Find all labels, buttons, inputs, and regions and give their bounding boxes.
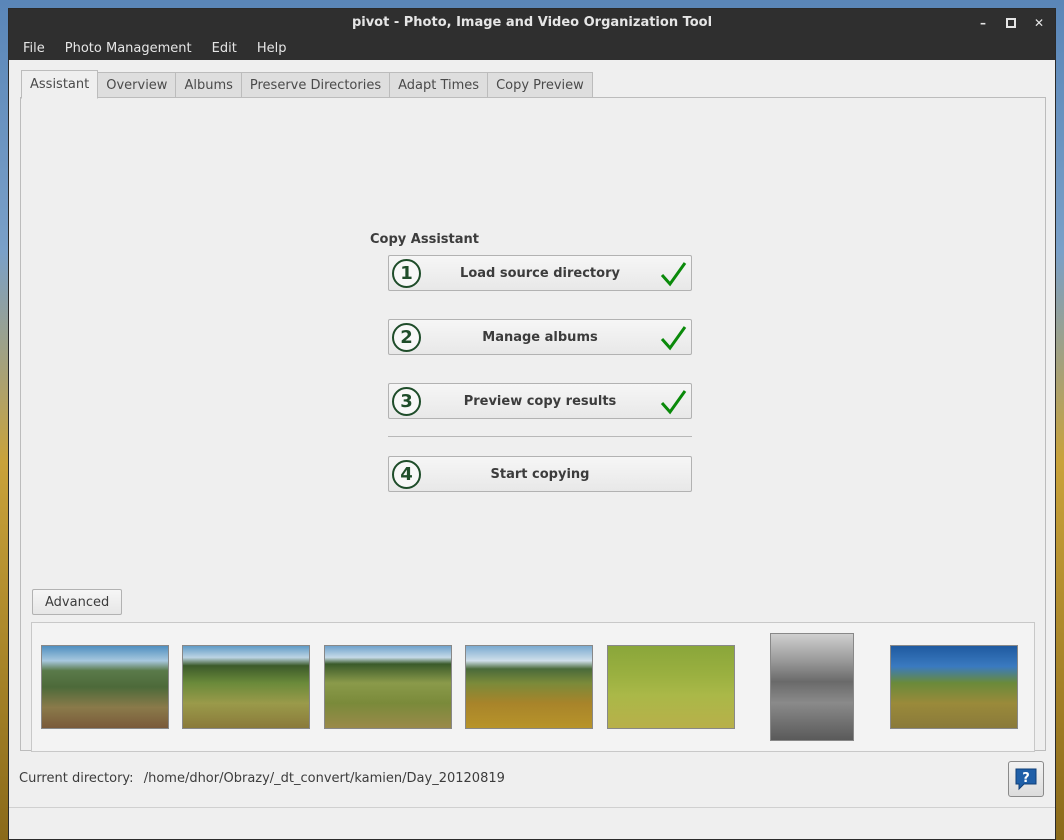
assistant-panel: Copy Assistant 1 Load source directory 2… bbox=[20, 97, 1046, 752]
step-label: Preview copy results bbox=[463, 393, 617, 409]
status-bar: Current directory: /home/dhor/Obrazy/_dt… bbox=[19, 771, 505, 786]
check-icon bbox=[660, 262, 687, 287]
preview-copy-results-button[interactable]: 3 Preview copy results bbox=[388, 383, 692, 419]
tab-assistant[interactable]: Assistant bbox=[21, 70, 99, 99]
step-separator bbox=[388, 436, 692, 437]
tab-adapt-times[interactable]: Adapt Times bbox=[390, 72, 489, 99]
thumbnail-image[interactable] bbox=[890, 645, 1018, 729]
app-window: pivot - Photo, Image and Video Organizat… bbox=[8, 8, 1056, 840]
help-icon: ? bbox=[1015, 768, 1037, 791]
start-copying-button[interactable]: 4 Start copying bbox=[388, 456, 692, 492]
tab-copy-preview[interactable]: Copy Preview bbox=[488, 72, 593, 99]
step-number-4: 4 bbox=[392, 460, 421, 489]
svg-text:?: ? bbox=[1022, 771, 1030, 786]
bottom-divider bbox=[9, 807, 1055, 808]
tab-bar: Assistant Overview Albums Preserve Direc… bbox=[21, 70, 593, 99]
minimize-icon[interactable]: – bbox=[977, 16, 989, 30]
manage-albums-button[interactable]: 2 Manage albums bbox=[388, 319, 692, 355]
menu-bar: File Photo Management Edit Help bbox=[9, 36, 1055, 60]
maximize-icon[interactable] bbox=[1005, 17, 1017, 29]
close-icon[interactable]: ✕ bbox=[1033, 16, 1045, 30]
title-bar: pivot - Photo, Image and Video Organizat… bbox=[9, 9, 1055, 36]
menu-help[interactable]: Help bbox=[257, 41, 287, 56]
window-controls: – ✕ bbox=[977, 9, 1045, 36]
step-label: Start copying bbox=[490, 466, 590, 482]
tab-preserve-directories[interactable]: Preserve Directories bbox=[241, 72, 391, 99]
step-number-3: 3 bbox=[392, 387, 421, 416]
advanced-button[interactable]: Advanced bbox=[32, 589, 123, 615]
thumbnail-image[interactable] bbox=[607, 645, 735, 729]
menu-photo-management[interactable]: Photo Management bbox=[65, 41, 192, 56]
menu-file[interactable]: File bbox=[23, 41, 45, 56]
thumbnail-strip[interactable] bbox=[31, 622, 1035, 752]
thumbnail-image[interactable] bbox=[465, 645, 593, 729]
help-button[interactable]: ? bbox=[1008, 761, 1044, 797]
thumbnail-image[interactable] bbox=[324, 645, 452, 729]
assistant-title: Copy Assistant bbox=[370, 232, 479, 247]
thumbnail-image[interactable] bbox=[41, 645, 169, 729]
step-number-1: 1 bbox=[392, 259, 421, 288]
thumbnail-image[interactable] bbox=[770, 633, 854, 741]
current-directory-path: /home/dhor/Obrazy/_dt_convert/kamien/Day… bbox=[143, 771, 505, 786]
check-icon bbox=[660, 326, 687, 351]
thumbnail-image[interactable] bbox=[182, 645, 310, 729]
step-number-2: 2 bbox=[392, 323, 421, 352]
menu-edit[interactable]: Edit bbox=[212, 41, 237, 56]
current-directory-label: Current directory: bbox=[19, 771, 134, 786]
tab-overview[interactable]: Overview bbox=[98, 72, 177, 99]
check-icon bbox=[660, 390, 687, 415]
window-title: pivot - Photo, Image and Video Organizat… bbox=[351, 15, 713, 30]
step-label: Manage albums bbox=[482, 329, 598, 345]
tab-albums[interactable]: Albums bbox=[176, 72, 242, 99]
step-label: Load source directory bbox=[460, 265, 620, 281]
load-source-directory-button[interactable]: 1 Load source directory bbox=[388, 255, 692, 291]
